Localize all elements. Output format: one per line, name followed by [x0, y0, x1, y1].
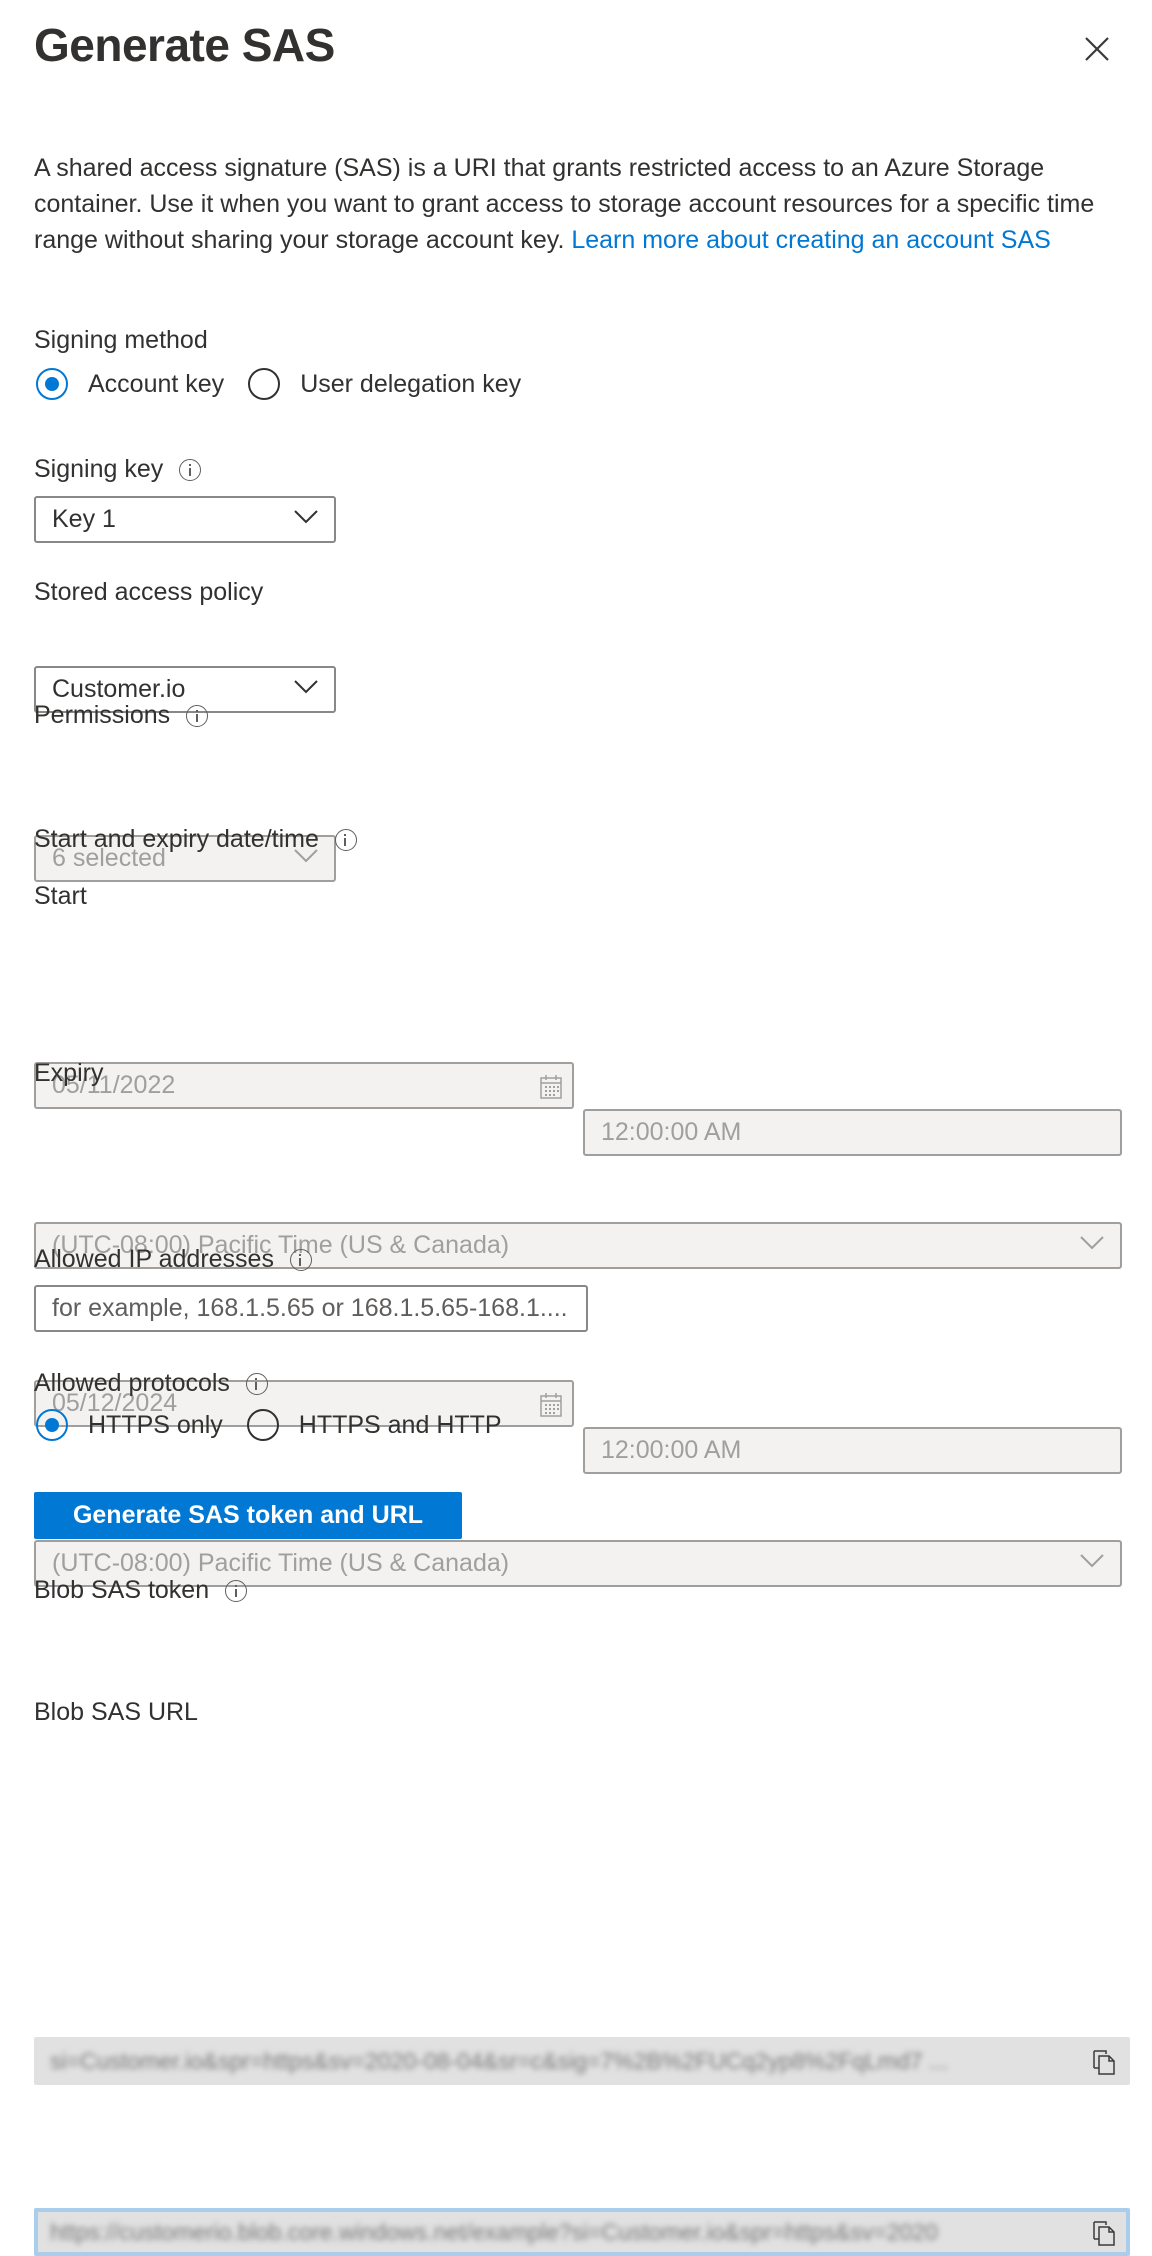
info-icon[interactable]	[225, 1579, 248, 1602]
allowed-ip-placeholder: for example, 168.1.5.65 or 168.1.5.65-16…	[52, 1294, 568, 1322]
radio-https-and-http-label[interactable]: HTTPS and HTTP	[299, 1411, 502, 1440]
date-time-label-text: Start and expiry date/time	[34, 825, 319, 853]
start-label: Start	[34, 882, 87, 911]
allowed-ip-input[interactable]: for example, 168.1.5.65 or 168.1.5.65-16…	[34, 1285, 588, 1332]
stored-access-policy-label: Stored access policy	[34, 578, 263, 607]
expiry-time-value: 12:00:00 AM	[601, 1436, 742, 1464]
radio-user-delegation-key-label[interactable]: User delegation key	[300, 370, 521, 399]
signing-method-label-text: Signing method	[34, 326, 208, 354]
signing-key-dropdown[interactable]: Key 1	[34, 496, 336, 543]
allowed-ip-label: Allowed IP addresses	[34, 1245, 312, 1274]
blob-sas-url-label: Blob SAS URL	[34, 1698, 198, 1727]
start-time-field[interactable]: 12:00:00 AM	[583, 1109, 1122, 1156]
expiry-label: Expiry	[34, 1059, 103, 1088]
stored-access-policy-value: Customer.io	[52, 675, 186, 703]
info-icon[interactable]	[245, 1372, 268, 1395]
allowed-protocols-label: Allowed protocols	[34, 1369, 268, 1398]
start-time-value: 12:00:00 AM	[601, 1118, 742, 1146]
info-icon[interactable]	[186, 704, 209, 727]
signing-method-label: Signing method	[34, 326, 208, 355]
allowed-protocols-label-text: Allowed protocols	[34, 1369, 230, 1397]
expiry-label-text: Expiry	[34, 1059, 104, 1087]
chevron-down-icon	[1080, 1554, 1104, 1568]
generate-sas-button[interactable]: Generate SAS token and URL	[34, 1492, 462, 1539]
blob-sas-url-label-text: Blob SAS URL	[34, 1698, 198, 1726]
signing-method-radio-group: Account key User delegation key	[36, 368, 545, 400]
blob-sas-token-label-text: Blob SAS token	[34, 1576, 210, 1604]
radio-account-key-label[interactable]: Account key	[88, 370, 224, 399]
close-button[interactable]	[1080, 32, 1114, 66]
date-time-label: Start and expiry date/time	[34, 825, 357, 854]
start-label-text: Start	[34, 882, 87, 910]
allowed-protocols-radio-group: HTTPS only HTTPS and HTTP	[36, 1409, 526, 1441]
permissions-label: Permissions	[34, 701, 209, 730]
radio-https-only-label[interactable]: HTTPS only	[88, 1411, 223, 1440]
radio-https-and-http[interactable]	[246, 1409, 279, 1441]
copy-icon[interactable]	[1092, 2049, 1116, 2075]
calendar-icon[interactable]	[540, 1075, 562, 1099]
calendar-icon[interactable]	[540, 1393, 562, 1417]
stored-access-policy-label-text: Stored access policy	[34, 578, 264, 606]
chevron-down-icon	[294, 680, 318, 694]
radio-https-only[interactable]	[36, 1409, 68, 1441]
expiry-time-field[interactable]: 12:00:00 AM	[583, 1427, 1122, 1474]
info-icon[interactable]	[289, 1248, 312, 1271]
chevron-down-icon	[1080, 1236, 1104, 1250]
allowed-ip-label-text: Allowed IP addresses	[34, 1245, 274, 1273]
chevron-down-icon	[294, 510, 318, 524]
blob-sas-url-field[interactable]: https://customerio.blob.core.windows.net…	[34, 2208, 1130, 2256]
permissions-label-text: Permissions	[34, 701, 171, 729]
blob-sas-url-value: https://customerio.blob.core.windows.net…	[50, 2218, 938, 2245]
learn-more-link[interactable]: Learn more about creating an account SAS	[571, 226, 1050, 254]
radio-user-delegation-key[interactable]	[248, 368, 281, 400]
blob-sas-token-field[interactable]: si=Customer.io&spr=https&sv=2020-08-04&s…	[34, 2037, 1130, 2085]
radio-account-key[interactable]	[36, 368, 68, 400]
signing-key-label: Signing key	[34, 455, 202, 484]
info-icon[interactable]	[179, 458, 202, 481]
description: A shared access signature (SAS) is a URI…	[34, 150, 1124, 258]
expiry-timezone-value: (UTC-08:00) Pacific Time (US & Canada)	[52, 1549, 510, 1577]
signing-key-value: Key 1	[52, 505, 116, 533]
blob-sas-token-label: Blob SAS token	[34, 1576, 248, 1605]
panel-title: Generate SAS	[34, 19, 335, 71]
start-date-field[interactable]: 05/11/2022	[34, 1062, 574, 1109]
blob-sas-token-value: si=Customer.io&spr=https&sv=2020-08-04&s…	[50, 2047, 949, 2074]
close-icon	[1085, 37, 1109, 61]
copy-icon[interactable]	[1092, 2220, 1116, 2246]
info-icon[interactable]	[334, 828, 357, 851]
signing-key-label-text: Signing key	[34, 455, 164, 483]
